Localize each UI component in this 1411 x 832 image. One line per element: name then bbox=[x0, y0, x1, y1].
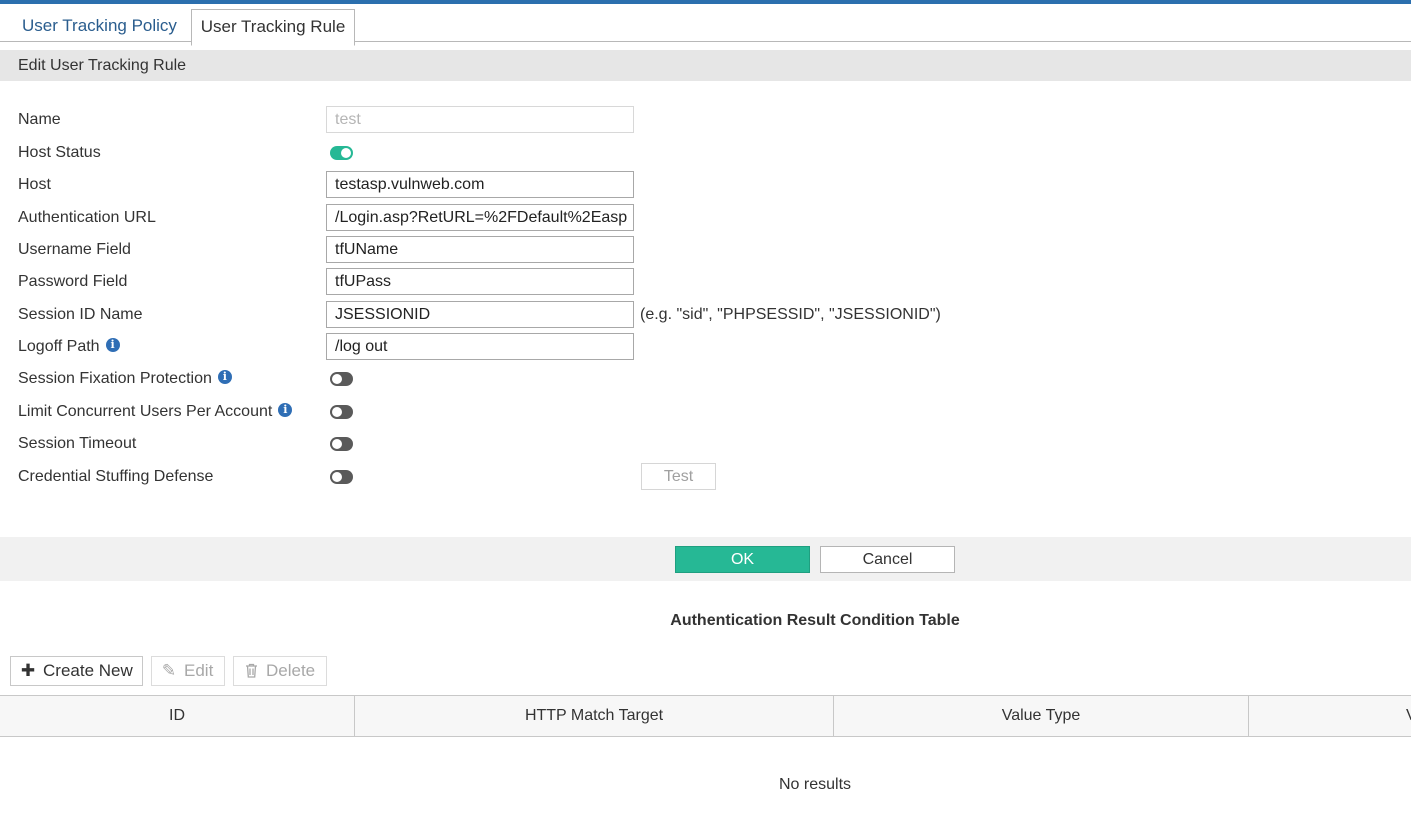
delete-label: Delete bbox=[266, 661, 316, 680]
session-timeout-toggle[interactable] bbox=[330, 437, 353, 451]
logoff-path-label-row: Logoff Path i bbox=[18, 336, 120, 358]
auth-url-field[interactable]: /Login.asp?RetURL=%2FDefault%2Easp bbox=[326, 204, 634, 231]
limit-concurrent-label: Limit Concurrent Users Per Account bbox=[18, 403, 273, 420]
edit-button[interactable]: ✎ Edit bbox=[151, 656, 225, 686]
create-new-button[interactable]: ✚ Create New bbox=[10, 656, 143, 686]
logoff-path-label: Logoff Path bbox=[18, 338, 100, 355]
host-label: Host bbox=[18, 176, 51, 193]
table-header: ID HTTP Match Target Value Type V bbox=[0, 695, 1411, 737]
delete-button[interactable]: Delete bbox=[233, 656, 327, 686]
cancel-button[interactable]: Cancel bbox=[820, 546, 955, 573]
name-label: Name bbox=[18, 111, 61, 128]
tab-user-tracking-policy[interactable]: User Tracking Policy bbox=[10, 9, 189, 46]
tab-user-tracking-rule[interactable]: User Tracking Rule bbox=[191, 9, 355, 46]
column-header-value-type[interactable]: Value Type bbox=[834, 696, 1249, 736]
session-fixation-label-row: Session Fixation Protection i bbox=[18, 368, 232, 390]
session-timeout-label: Session Timeout bbox=[18, 435, 137, 452]
column-header-value[interactable]: V bbox=[1249, 696, 1411, 736]
ok-button[interactable]: OK bbox=[675, 546, 810, 573]
info-icon[interactable]: i bbox=[105, 337, 120, 352]
test-button[interactable]: Test bbox=[641, 463, 716, 490]
column-header-http-match-target[interactable]: HTTP Match Target bbox=[355, 696, 834, 736]
host-status-toggle[interactable] bbox=[330, 146, 353, 160]
plus-icon: ✚ bbox=[20, 661, 36, 680]
edit-label: Edit bbox=[184, 661, 214, 680]
password-field-input[interactable]: tfUPass bbox=[326, 268, 634, 295]
auth-url-label: Authentication URL bbox=[18, 209, 156, 226]
info-icon[interactable]: i bbox=[217, 369, 232, 384]
credential-stuffing-label: Credential Stuffing Defense bbox=[18, 468, 214, 485]
username-field-label: Username Field bbox=[18, 241, 131, 258]
limit-concurrent-toggle[interactable] bbox=[330, 405, 353, 419]
logoff-path-field[interactable]: /log out bbox=[326, 333, 634, 360]
table-title: Authentication Result Condition Table bbox=[670, 612, 960, 629]
session-id-name-label: Session ID Name bbox=[18, 306, 143, 323]
session-fixation-label: Session Fixation Protection bbox=[18, 370, 212, 387]
section-title: Edit User Tracking Rule bbox=[0, 50, 1411, 81]
trash-icon bbox=[243, 657, 259, 685]
column-header-id[interactable]: ID bbox=[0, 696, 355, 736]
name-field: test bbox=[326, 106, 634, 133]
password-field-label: Password Field bbox=[18, 273, 128, 290]
pencil-icon: ✎ bbox=[161, 661, 177, 680]
tab-bar: User Tracking Policy User Tracking Rule bbox=[0, 4, 1411, 46]
host-status-label: Host Status bbox=[18, 144, 101, 161]
username-field-input[interactable]: tfUName bbox=[326, 236, 634, 263]
session-fixation-toggle[interactable] bbox=[330, 372, 353, 386]
info-icon[interactable]: i bbox=[278, 402, 293, 417]
limit-concurrent-label-row: Limit Concurrent Users Per Account i bbox=[18, 401, 293, 423]
session-id-hint: (e.g. "sid", "PHPSESSID", "JSESSIONID") bbox=[640, 306, 941, 323]
host-field[interactable]: testasp.vulnweb.com bbox=[326, 171, 634, 198]
empty-state-text: No results bbox=[778, 776, 852, 793]
session-id-name-field[interactable]: JSESSIONID bbox=[326, 301, 634, 328]
credential-stuffing-toggle[interactable] bbox=[330, 470, 353, 484]
create-new-label: Create New bbox=[43, 661, 133, 680]
